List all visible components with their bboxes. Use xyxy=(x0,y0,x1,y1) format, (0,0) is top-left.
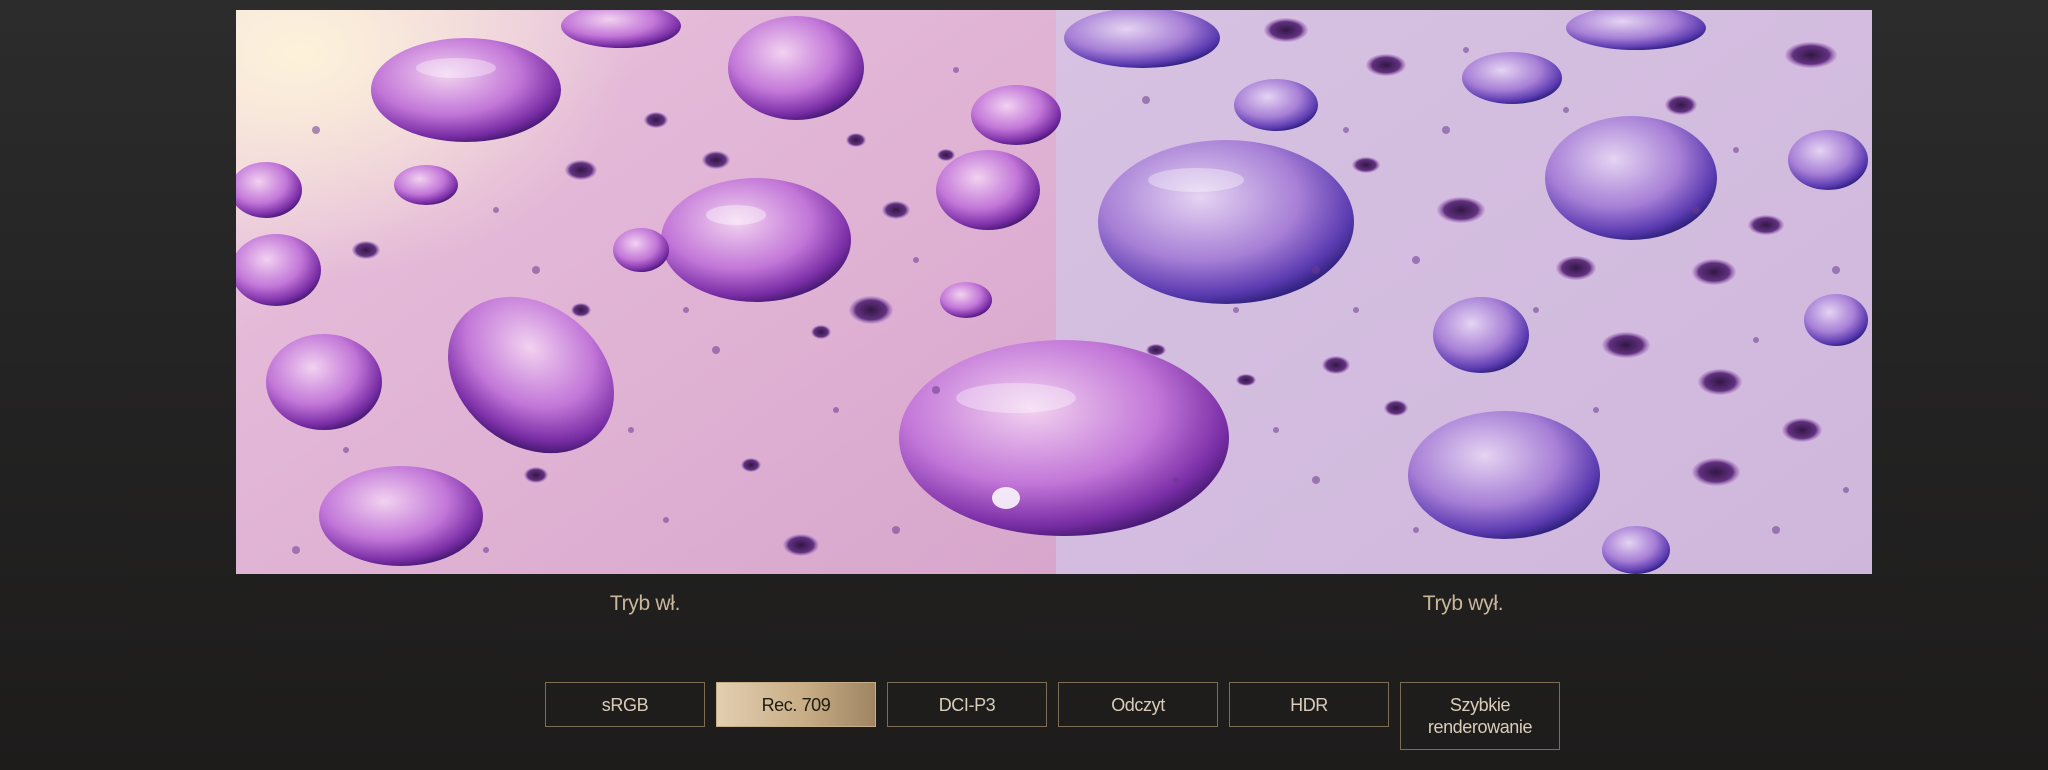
mode-button-dci-p3[interactable]: DCI-P3 xyxy=(887,682,1047,727)
mode-on-label: Tryb wł. xyxy=(609,592,681,615)
mode-off-label: Tryb wył. xyxy=(1422,592,1504,615)
mode-button-fast-rendering[interactable]: Szybkie renderowanie xyxy=(1400,682,1560,750)
color-mode-selector: sRGB Rec. 709 DCI-P3 Odczyt HDR Szybkie … xyxy=(545,682,1560,750)
mode-button-hdr[interactable]: HDR xyxy=(1229,682,1389,727)
mode-button-srgb[interactable]: sRGB xyxy=(545,682,705,727)
mode-comparison-image[interactable] xyxy=(236,10,1872,574)
mode-button-rec709[interactable]: Rec. 709 xyxy=(716,682,876,727)
water-droplets-image xyxy=(236,10,1872,574)
mode-button-reading[interactable]: Odczyt xyxy=(1058,682,1218,727)
